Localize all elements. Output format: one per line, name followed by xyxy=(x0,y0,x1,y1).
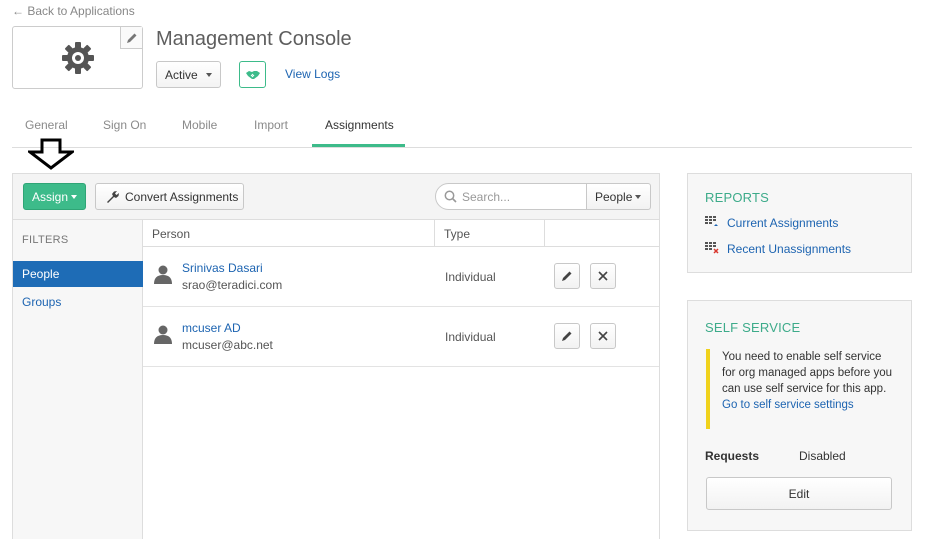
tab-general[interactable]: General xyxy=(25,118,68,132)
assignments-toolbar: Assign Convert Assignments Search... Peo… xyxy=(13,174,659,220)
tab-assignments[interactable]: Assignments xyxy=(325,118,394,132)
filters-heading: FILTERS xyxy=(22,234,69,246)
people-filter-dropdown[interactable]: People xyxy=(586,183,651,210)
filter-groups[interactable]: Groups xyxy=(13,289,143,315)
table-row: mcuser AD mcuser@abc.net Individual xyxy=(143,307,659,367)
column-type[interactable]: Type xyxy=(435,220,545,247)
convert-assignments-button[interactable]: Convert Assignments xyxy=(95,183,244,210)
self-service-box: SELF SERVICE You need to enable self ser… xyxy=(687,300,912,531)
assignment-type: Individual xyxy=(445,270,496,284)
tab-import[interactable]: Import xyxy=(254,118,288,132)
remove-assignment-button[interactable] xyxy=(590,323,616,349)
table-header: Person Type xyxy=(143,220,659,247)
reports-heading: REPORTS xyxy=(705,190,770,205)
person-icon xyxy=(154,265,172,284)
self-service-notice-text: You need to enable self service for org … xyxy=(722,351,893,395)
down-arrow-icon xyxy=(28,138,74,170)
back-to-applications-link[interactable]: ← Back to Applications xyxy=(12,4,135,18)
person-name-link[interactable]: Srinivas Dasari xyxy=(182,261,263,275)
edit-self-service-button[interactable]: Edit xyxy=(706,477,892,510)
filters-sidebar: FILTERS People Groups xyxy=(13,220,143,539)
self-service-heading: SELF SERVICE xyxy=(705,320,801,335)
recent-unassignments-link[interactable]: Recent Unassignments xyxy=(727,242,851,256)
current-assignments-link[interactable]: Current Assignments xyxy=(727,216,838,230)
person-name-link[interactable]: mcuser AD xyxy=(182,321,241,335)
reports-box: REPORTS Current Assignments Recent Unass… xyxy=(687,173,912,273)
column-actions xyxy=(545,220,659,247)
assign-label: Assign xyxy=(32,190,69,204)
chevron-down-icon xyxy=(71,195,77,199)
search-placeholder: Search... xyxy=(462,190,511,204)
assignments-panel: Assign Convert Assignments Search... Peo… xyxy=(12,173,660,539)
status-value: Active xyxy=(165,68,198,82)
tab-sign-on[interactable]: Sign On xyxy=(103,118,146,132)
edit-logo-button[interactable] xyxy=(120,27,142,49)
chevron-down-icon xyxy=(635,195,641,199)
view-logs-link[interactable]: View Logs xyxy=(285,67,340,81)
handshake-icon xyxy=(245,70,260,79)
person-icon xyxy=(154,325,172,344)
close-icon xyxy=(598,331,608,341)
page-title: Management Console xyxy=(156,28,352,50)
person-email: mcuser@abc.net xyxy=(182,338,273,352)
status-dropdown[interactable]: Active xyxy=(156,61,221,88)
edit-assignment-button[interactable] xyxy=(554,323,580,349)
pencil-icon xyxy=(126,33,136,43)
column-person[interactable]: Person xyxy=(143,220,435,247)
app-logo xyxy=(12,26,143,89)
search-input[interactable]: Search... xyxy=(435,183,587,210)
chevron-down-icon xyxy=(206,73,212,77)
convert-assignments-label: Convert Assignments xyxy=(125,190,239,204)
pencil-icon xyxy=(562,331,572,341)
tab-mobile[interactable]: Mobile xyxy=(182,118,217,132)
self-service-notice: You need to enable self service for org … xyxy=(706,349,896,429)
report-grid-icon xyxy=(705,216,718,226)
app-tabs: General Sign On Mobile Import Assignment… xyxy=(12,108,912,148)
requests-label: Requests xyxy=(705,449,760,463)
active-tab-indicator xyxy=(312,144,405,147)
gear-icon xyxy=(62,42,94,74)
people-filter-value: People xyxy=(595,190,633,204)
requests-value: Disabled xyxy=(799,449,846,463)
report-remove-icon xyxy=(705,242,719,254)
assignment-type: Individual xyxy=(445,330,496,344)
assign-button[interactable]: Assign xyxy=(23,183,86,210)
filter-people[interactable]: People xyxy=(13,261,143,287)
close-icon xyxy=(598,271,608,281)
push-groups-button[interactable] xyxy=(239,61,266,88)
pencil-icon xyxy=(562,271,572,281)
search-icon xyxy=(444,190,457,203)
remove-assignment-button[interactable] xyxy=(590,263,616,289)
person-email: srao@teradici.com xyxy=(182,278,283,292)
wrench-icon xyxy=(107,191,119,203)
table-row: Srinivas Dasari srao@teradici.com Indivi… xyxy=(143,247,659,307)
self-service-settings-link[interactable]: Go to self service settings xyxy=(722,397,896,413)
edit-assignment-button[interactable] xyxy=(554,263,580,289)
